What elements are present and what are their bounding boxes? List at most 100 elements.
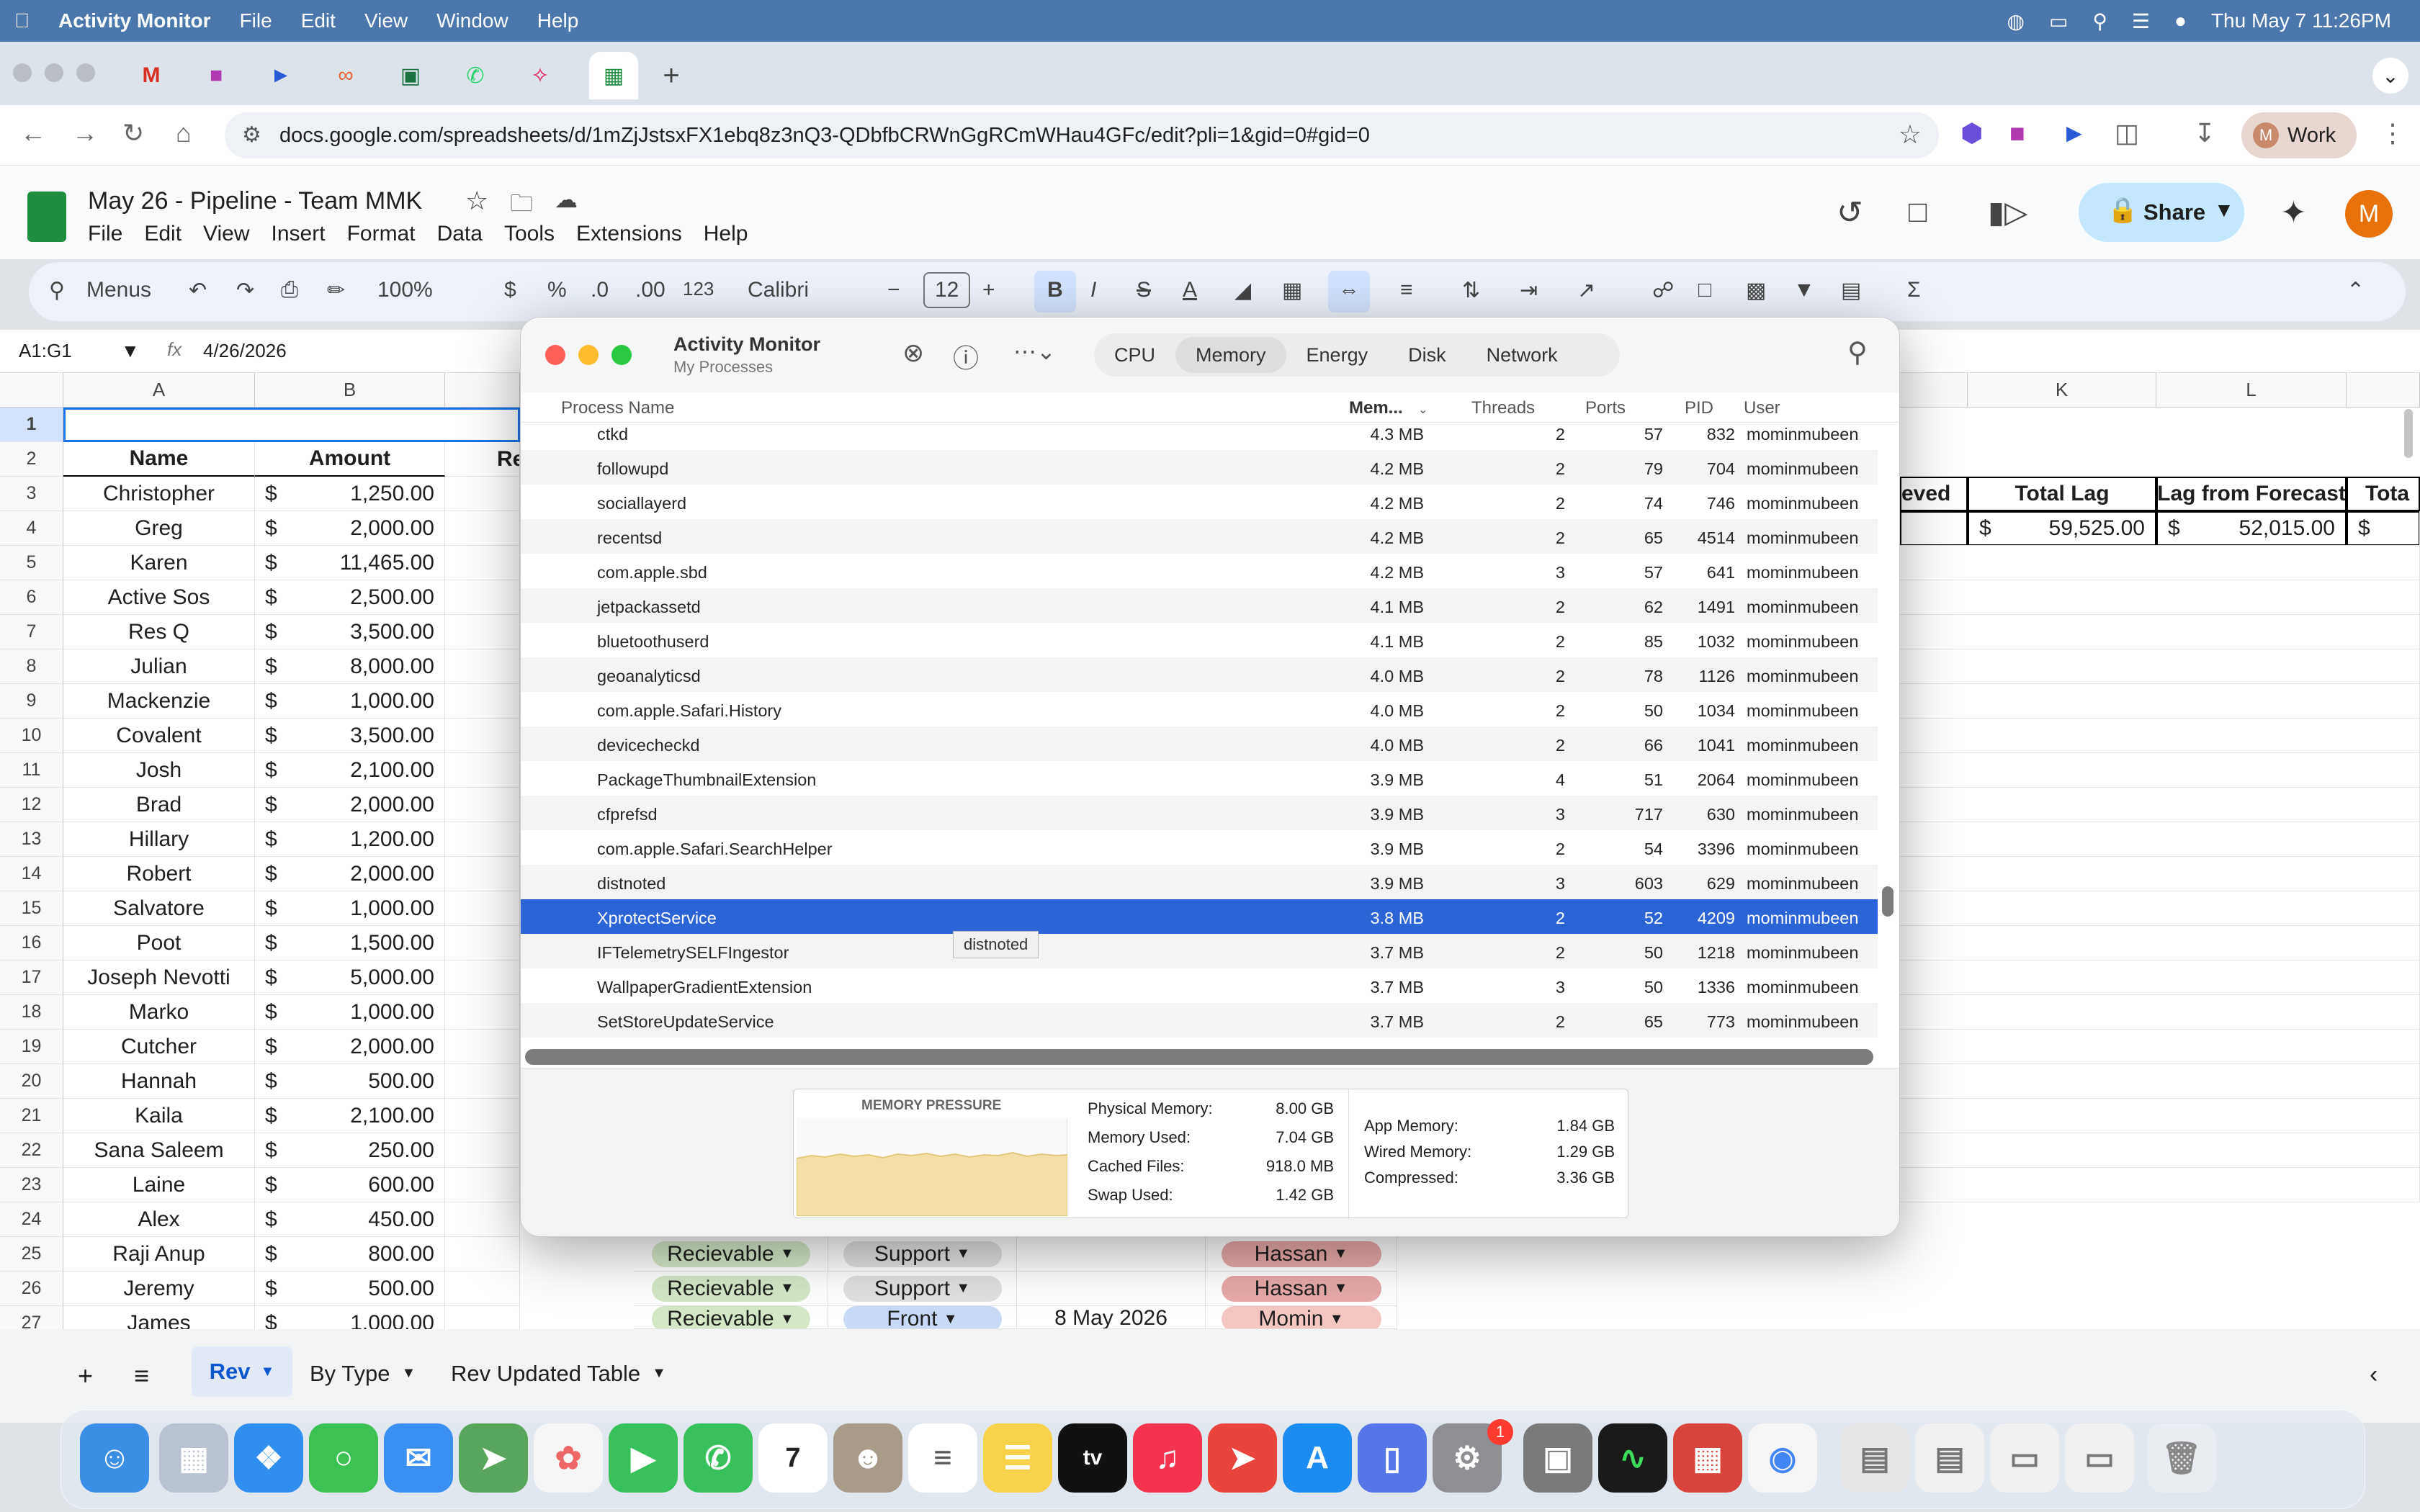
- status-cell[interactable]: Recievable ▼: [634, 1272, 828, 1306]
- bold-button[interactable]: B: [1034, 271, 1076, 312]
- italic-button[interactable]: I: [1090, 278, 1096, 302]
- name-cell[interactable]: Salvatore: [63, 891, 255, 926]
- grid-cell[interactable]: [1900, 615, 2420, 649]
- battery-icon[interactable]: ▭: [2049, 9, 2068, 33]
- grid-cell[interactable]: [445, 684, 520, 719]
- more-actions-icon[interactable]: ⋯⌄: [1013, 338, 1056, 365]
- font-select[interactable]: Calibri: [748, 278, 809, 302]
- notes-icon[interactable]: ☰: [983, 1423, 1052, 1493]
- tab-disk[interactable]: Disk: [1388, 337, 1466, 373]
- sheet-tab-by-type[interactable]: By Type ▼: [310, 1361, 416, 1387]
- chrome-menu-icon[interactable]: ⋮: [2380, 118, 2406, 148]
- share-dropdown-icon[interactable]: ▼: [2214, 199, 2234, 222]
- column-header-k[interactable]: K: [1968, 373, 2156, 408]
- print-icon[interactable]: ⎙: [281, 278, 298, 302]
- maps-icon[interactable]: ➤: [459, 1423, 528, 1493]
- phone-icon[interactable]: ✆: [684, 1423, 753, 1493]
- status-pill[interactable]: Recievable ▼: [651, 1275, 810, 1302]
- extension-icon-1[interactable]: ⬢: [1960, 118, 1983, 148]
- name-cell[interactable]: Robert: [63, 857, 255, 891]
- profile-button[interactable]: M Work: [2241, 112, 2357, 158]
- name-cell[interactable]: Karen: [63, 546, 255, 580]
- tab-icon-2[interactable]: ■: [192, 52, 241, 99]
- grid-cell[interactable]: [1900, 1168, 2420, 1202]
- name-cell[interactable]: Julian: [63, 649, 255, 684]
- number-format[interactable]: 123: [683, 278, 714, 300]
- process-row[interactable]: com.apple.Safari.SearchHelper 3.9 MB 2 54 33…: [521, 830, 1878, 865]
- grid-cell[interactable]: [1900, 511, 2420, 546]
- column-header-m[interactable]: [2347, 373, 2420, 408]
- tab-energy[interactable]: Energy: [1286, 337, 1389, 373]
- name-cell[interactable]: Cutcher: [63, 1030, 255, 1064]
- date-cell[interactable]: 8 May 2026: [1017, 1306, 1206, 1329]
- grid-cell[interactable]: [445, 1237, 520, 1272]
- trash-icon[interactable]: 🗑: [2147, 1423, 2216, 1493]
- row-header[interactable]: 6: [0, 580, 63, 615]
- type-pill[interactable]: Front ▼: [843, 1306, 1002, 1328]
- finder-icon[interactable]: ☺: [80, 1423, 149, 1493]
- name-cell[interactable]: Jeremy: [63, 1272, 255, 1306]
- tab-icon-5[interactable]: ▣: [386, 52, 435, 99]
- close-button[interactable]: [545, 345, 565, 365]
- amount-cell[interactable]: $2,100.00: [255, 753, 445, 788]
- header-name[interactable]: Name: [63, 442, 255, 477]
- name-cell[interactable]: Mackenzie: [63, 684, 255, 719]
- sheets-active-tab[interactable]: ▦: [589, 52, 638, 99]
- amount-cell[interactable]: $800.00: [255, 1237, 445, 1272]
- column-header-c[interactable]: [445, 373, 520, 408]
- text-wrap-icon[interactable]: ⇥: [1520, 278, 1538, 303]
- extension-icon-3[interactable]: ►: [2061, 118, 2087, 148]
- window-close-button[interactable]: [13, 63, 32, 82]
- row-header[interactable]: 16: [0, 926, 63, 960]
- spotlight-icon[interactable]: ⚲: [2092, 9, 2107, 33]
- menu-tools[interactable]: Tools: [504, 222, 555, 246]
- site-info-icon[interactable]: ⚙: [242, 122, 261, 148]
- process-row[interactable]: PackageThumbnailExtension 3.9 MB 4 51 2064 mo…: [521, 761, 1878, 796]
- grid-cell[interactable]: [1900, 1030, 2420, 1064]
- name-box-dropdown-icon[interactable]: ▼: [121, 340, 140, 362]
- name-cell[interactable]: Joseph Nevotti: [63, 960, 255, 995]
- name-cell[interactable]: Active Sos: [63, 580, 255, 615]
- column-header-j[interactable]: [1900, 373, 1968, 408]
- window-minimize-button[interactable]: [45, 63, 63, 82]
- row-header[interactable]: 17: [0, 960, 63, 995]
- insert-chart-icon[interactable]: ▩: [1746, 278, 1766, 303]
- grid-cell[interactable]: [445, 788, 520, 822]
- tab-search-chevron-icon[interactable]: ⌄: [2372, 58, 2408, 94]
- grid-cell[interactable]: [445, 857, 520, 891]
- grid-cell[interactable]: [445, 511, 520, 546]
- grid-cell[interactable]: [445, 1064, 520, 1099]
- owner-pill[interactable]: Hassan ▼: [1221, 1275, 1381, 1302]
- row-header[interactable]: 25: [0, 1237, 63, 1272]
- extensions-puzzle-icon[interactable]: ◫: [2115, 118, 2139, 148]
- paint-format-icon[interactable]: ✏: [327, 278, 345, 303]
- menu-help[interactable]: Help: [704, 222, 748, 246]
- slack-tab-icon[interactable]: ✧: [516, 52, 565, 99]
- forward-icon[interactable]: →: [72, 118, 98, 148]
- back-icon[interactable]: ←: [20, 118, 46, 148]
- name-cell[interactable]: Brad: [63, 788, 255, 822]
- insert-comment-icon[interactable]: □: [1698, 278, 1711, 302]
- menu-data[interactable]: Data: [437, 222, 483, 246]
- grid-cell[interactable]: [1900, 1099, 2420, 1133]
- select-all-corner[interactable]: [0, 373, 63, 408]
- amount-cell[interactable]: $1,000.00: [255, 891, 445, 926]
- version-history-icon[interactable]: ↺: [1837, 194, 1863, 231]
- name-cell[interactable]: Hillary: [63, 822, 255, 857]
- grid-cell[interactable]: [445, 615, 520, 649]
- amount-cell[interactable]: $1,000.00: [255, 995, 445, 1030]
- grid-cell[interactable]: [445, 580, 520, 615]
- amount-cell[interactable]: $2,000.00: [255, 788, 445, 822]
- sheet-tab-rev-updated[interactable]: Rev Updated Table ▼: [451, 1361, 666, 1387]
- tab-cpu[interactable]: CPU: [1094, 337, 1175, 373]
- type-pill[interactable]: Support ▼: [843, 1275, 1002, 1302]
- stop-process-icon[interactable]: ⊗: [902, 338, 924, 368]
- row-header[interactable]: 18: [0, 995, 63, 1030]
- process-row[interactable]: SetStoreUpdateService 3.7 MB 2 65 773 mominmu…: [521, 1003, 1878, 1038]
- row-header[interactable]: 11: [0, 753, 63, 788]
- row-header[interactable]: 20: [0, 1064, 63, 1099]
- amount-cell[interactable]: $500.00: [255, 1064, 445, 1099]
- amount-cell[interactable]: $1,250.00: [255, 477, 445, 511]
- currency-format[interactable]: $: [504, 278, 516, 302]
- menu-format[interactable]: Format: [347, 222, 416, 246]
